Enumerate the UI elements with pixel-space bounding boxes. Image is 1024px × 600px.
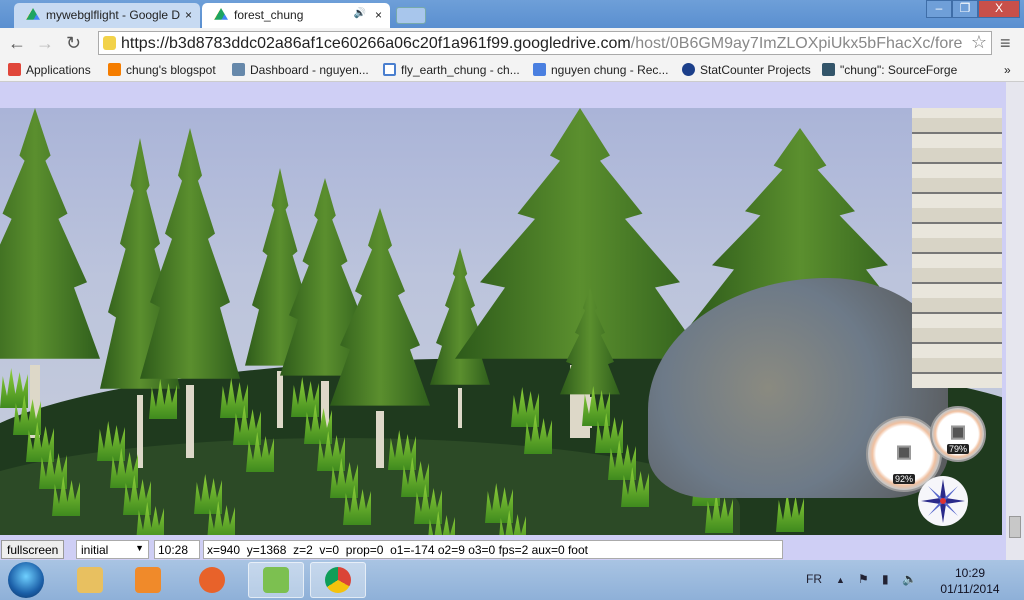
lock-warning-icon <box>103 36 116 50</box>
tab-label: forest_chung <box>234 8 303 22</box>
close-tab-icon[interactable]: × <box>375 8 382 22</box>
firefox-icon <box>199 567 225 593</box>
statcounter-icon <box>682 63 695 76</box>
tree-crown <box>140 128 240 392</box>
bookmark-statcounter[interactable]: StatCounter Projects <box>682 63 811 77</box>
google-icon <box>533 63 546 76</box>
bookmark-label: chung's blogspot <box>126 63 216 77</box>
action-center-flag-icon[interactable]: ⚑ <box>858 572 869 586</box>
time-field[interactable]: 10:28 <box>154 540 200 559</box>
bookmark-label: Applications <box>26 63 91 77</box>
view-select-value: initial <box>81 543 108 557</box>
folder-icon <box>77 567 103 593</box>
google-drive-icon <box>26 8 40 21</box>
restore-button[interactable]: ❐ <box>952 0 978 18</box>
apps-grid-icon <box>8 63 21 76</box>
url-path: /host/0B6GM9ay7ImZLOXpiUkx5bFhacXc/fore <box>631 35 963 52</box>
tab-label: mywebglflight - Google D <box>46 8 180 22</box>
bookmark-label: Dashboard - nguyen... <box>250 63 369 77</box>
audio-icon: 🔊 <box>354 8 366 19</box>
tree-trunk <box>186 385 194 458</box>
view-select[interactable]: initial ▼ <box>76 540 149 559</box>
bookmark-nguyen-chung[interactable]: nguyen chung - Rec... <box>533 63 668 77</box>
taskbar-media-player[interactable] <box>120 562 176 598</box>
engine-gauge: 79% <box>930 406 986 462</box>
tab-mywebglflight[interactable]: mywebglflight - Google D × <box>14 3 200 28</box>
tab-forest-chung[interactable]: forest_chung 🔊 × <box>202 3 390 28</box>
pine-tree <box>560 288 620 428</box>
back-button[interactable]: ← <box>8 33 26 54</box>
menu-icon[interactable]: ≡ <box>1000 33 1011 54</box>
bookmarks-overflow-button[interactable]: » <box>1004 63 1011 77</box>
forward-button[interactable]: → <box>36 33 54 54</box>
bookmark-dashboard[interactable]: Dashboard - nguyen... <box>232 63 369 77</box>
taskbar-notepad[interactable] <box>248 562 304 598</box>
bookmark-fly-earth[interactable]: fly_earth_chung - ch... <box>383 63 520 77</box>
reload-button[interactable]: ↻ <box>66 33 81 54</box>
birch-trunk <box>912 108 1002 388</box>
bookmark-blogspot[interactable]: chung's blogspot <box>108 63 216 77</box>
bookmark-label: nguyen chung - Rec... <box>551 63 668 77</box>
new-tab-button[interactable] <box>396 7 426 24</box>
taskbar-chrome[interactable] <box>310 562 366 598</box>
taskbar-firefox[interactable] <box>184 562 240 598</box>
status-readout: x=940 y=1368 z=2 v=0 prop=0 o1=-174 o2=9… <box>203 540 783 559</box>
language-indicator[interactable]: FR <box>806 572 822 586</box>
dropdown-arrow-icon: ▼ <box>135 543 144 553</box>
pine-tree <box>330 208 430 468</box>
bookmark-sourceforge[interactable]: "chung": SourceForge <box>822 63 957 77</box>
bookmark-label: "chung": SourceForge <box>840 63 957 77</box>
bookmark-applications[interactable]: Applications <box>8 63 91 77</box>
tree-crown <box>0 108 100 372</box>
fullscreen-button[interactable]: fullscreen <box>1 540 64 559</box>
notepad-icon <box>263 567 289 593</box>
tab-bar: mywebglflight - Google D × forest_chung 🔊 ×… <box>0 0 1024 28</box>
bookmark-label: fly_earth_chung - ch... <box>401 63 520 77</box>
chrome-icon <box>325 567 351 593</box>
address-bar[interactable]: https://b3d8783ddc02a86af1ce60266a06c20f… <box>98 31 992 55</box>
chip-icon <box>951 426 965 440</box>
pine-tree <box>0 108 100 438</box>
page-scrollbar[interactable] <box>1006 82 1024 560</box>
taskbar: FR ▲ ⚑ ▮ 🔈 10:2901/11/2014 <box>0 560 1024 600</box>
scrollbar-thumb[interactable] <box>1009 516 1021 538</box>
sourceforge-icon <box>822 63 835 76</box>
browser-toolbar: ← → ↻ https://b3d8783ddc02a86af1ce60266a… <box>0 28 1024 58</box>
media-player-icon <box>135 567 161 593</box>
bookmarks-bar: Applications chung's blogspot Dashboard … <box>0 58 1024 82</box>
compass-rose-icon <box>918 476 968 526</box>
page-controls: fullscreen initial ▼ 10:28 x=940 y=1368 z… <box>0 538 1004 560</box>
google-drive-icon <box>214 8 228 21</box>
clock[interactable]: 10:2901/11/2014 <box>935 565 1005 597</box>
speed-gauge-value: 92% <box>893 474 915 484</box>
bookmark-label: StatCounter Projects <box>700 63 811 77</box>
network-icon[interactable]: ▮ <box>882 572 889 586</box>
engine-gauge-value: 79% <box>947 444 969 454</box>
clock-time: 10:29 <box>935 565 1005 581</box>
show-hidden-icons[interactable]: ▲ <box>836 575 845 585</box>
tree-crown <box>560 288 620 400</box>
url-origin: https://b3d8783ddc02a86af1ce60266a06c20f… <box>121 35 631 52</box>
volume-icon[interactable]: 🔈 <box>902 572 917 586</box>
taskbar-explorer[interactable] <box>62 562 118 598</box>
minimize-button[interactable]: – <box>926 0 952 18</box>
dashboard-icon <box>232 63 245 76</box>
close-tab-icon[interactable]: × <box>185 8 192 22</box>
tree-trunk <box>376 411 384 468</box>
tree-crown <box>330 208 430 416</box>
blogger-icon <box>108 63 121 76</box>
bookmark-star-icon[interactable]: ☆ <box>971 32 987 53</box>
start-button[interactable] <box>8 562 44 598</box>
webgl-forest-canvas[interactable]: 92% 79% <box>0 108 1002 535</box>
clock-date: 01/11/2014 <box>935 581 1005 597</box>
close-window-button[interactable]: X <box>978 0 1020 18</box>
page-icon <box>383 63 396 76</box>
chip-icon <box>897 446 911 460</box>
